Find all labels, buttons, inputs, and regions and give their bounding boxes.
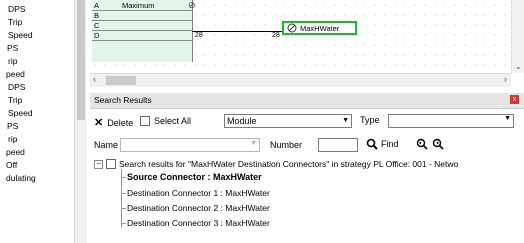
connector-tag[interactable]: MaxHWater [282,21,357,35]
chevron-left-icon[interactable]: ‹ [93,74,96,84]
wire-number-left: 28 [195,32,203,39]
scrollbar-thumb[interactable] [77,0,85,120]
result-destination-2[interactable]: Destination Connector 2 : MaxHWater [121,203,270,213]
left-tree-list: DPS Trip Speed PS rip peed DPS Trip Spee… [0,0,74,243]
left-list-item[interactable]: Trip [8,17,22,27]
left-list-item[interactable]: DPS [8,4,25,14]
left-list-item[interactable]: peed [6,147,25,157]
type-dropdown[interactable]: ▼ [388,114,514,128]
pin-label: B [94,11,100,20]
left-list-item[interactable]: Speed [8,30,33,40]
search-toolbar: ✕ Delete Select All Module ▼ Type ▼ [90,111,524,133]
left-list-item[interactable]: rip [8,134,17,144]
type-label: Type [360,115,380,125]
result-destination-1[interactable]: Destination Connector 1 : MaxHWater [121,188,270,198]
result-destination-3[interactable]: Destination Connector 3 : MaxHWater [121,218,270,228]
checkbox-icon [140,116,150,126]
collapse-icon[interactable]: − [94,159,103,169]
left-list-item[interactable]: Speed [8,108,33,118]
connector-tag-label: MaxHWater [300,23,340,33]
checkbox-icon[interactable] [106,159,116,169]
number-input[interactable] [318,138,358,152]
block-pins: A Maximum ⊘ B C D [92,0,196,62]
find-button[interactable]: Find [366,138,399,150]
name-dropdown[interactable]: ▼ [120,138,260,152]
chevron-right-icon[interactable]: › [504,74,507,84]
left-list-item[interactable]: DPS [8,82,25,92]
delete-icon: ✕ [94,117,104,129]
left-list-item[interactable]: PS [7,43,18,53]
result-root-item[interactable]: − Search results for "MaxHWater Destinat… [94,159,458,169]
number-label: Number [270,140,303,150]
left-list-scrollbar[interactable] [74,0,87,243]
select-all-label: Select All [154,116,192,126]
pin-label: C [94,21,100,30]
left-list-item[interactable]: PS [7,121,18,131]
select-all-checkbox[interactable]: Select All [140,116,191,126]
pin-label: D [94,31,100,40]
module-dropdown[interactable]: Module ▼ [224,114,352,128]
panel-title-bar: Search Results x [90,93,524,109]
find-label: Find [381,139,399,149]
module-value: Module [227,116,257,126]
pin-row-d[interactable]: D [92,30,192,41]
results-tree: − Search results for "MaxHWater Destinat… [90,159,524,243]
panel-title: Search Results [94,95,152,105]
canvas-vertical-scrollbar[interactable]: ⌄ [511,0,524,73]
delete-label: Delete [107,117,134,128]
delete-button[interactable]: ✕ Delete [94,116,133,129]
left-list-item[interactable]: rip [8,56,17,66]
close-icon[interactable]: x [510,95,519,104]
connector-icon [287,23,297,33]
chevron-down-icon[interactable]: ⌄ [515,62,522,71]
left-list-item[interactable]: dulating [6,173,36,183]
result-source-connector[interactable]: Source Connector : MaxHWater [121,172,262,182]
wire-number-right: 28 [272,32,280,39]
scrollbar-thumb[interactable] [106,76,136,85]
search-results-panel: Search Results x ✕ Delete Select All Mod… [90,93,524,243]
canvas-horizontal-scrollbar[interactable]: ‹ › [90,73,511,87]
result-root-label: Search results for "MaxHWater Destinatio… [119,159,459,169]
left-list-item[interactable]: peed [6,69,25,79]
name-label: Name [94,140,119,150]
pin-a-value: Maximum [122,1,155,10]
chevron-down-icon: ▼ [342,117,349,124]
chevron-down-icon: ▼ [504,115,511,122]
search-criteria-bar: Name ▼ Number Find [90,134,524,156]
search-icon [366,138,378,150]
find-next-icon[interactable] [432,138,444,150]
find-previous-icon[interactable] [416,138,428,150]
left-list-item[interactable]: Off [6,160,17,170]
pin-label: A [94,1,100,10]
left-list-item[interactable]: Trip [8,95,22,105]
chevron-down-icon: ▼ [250,140,257,147]
